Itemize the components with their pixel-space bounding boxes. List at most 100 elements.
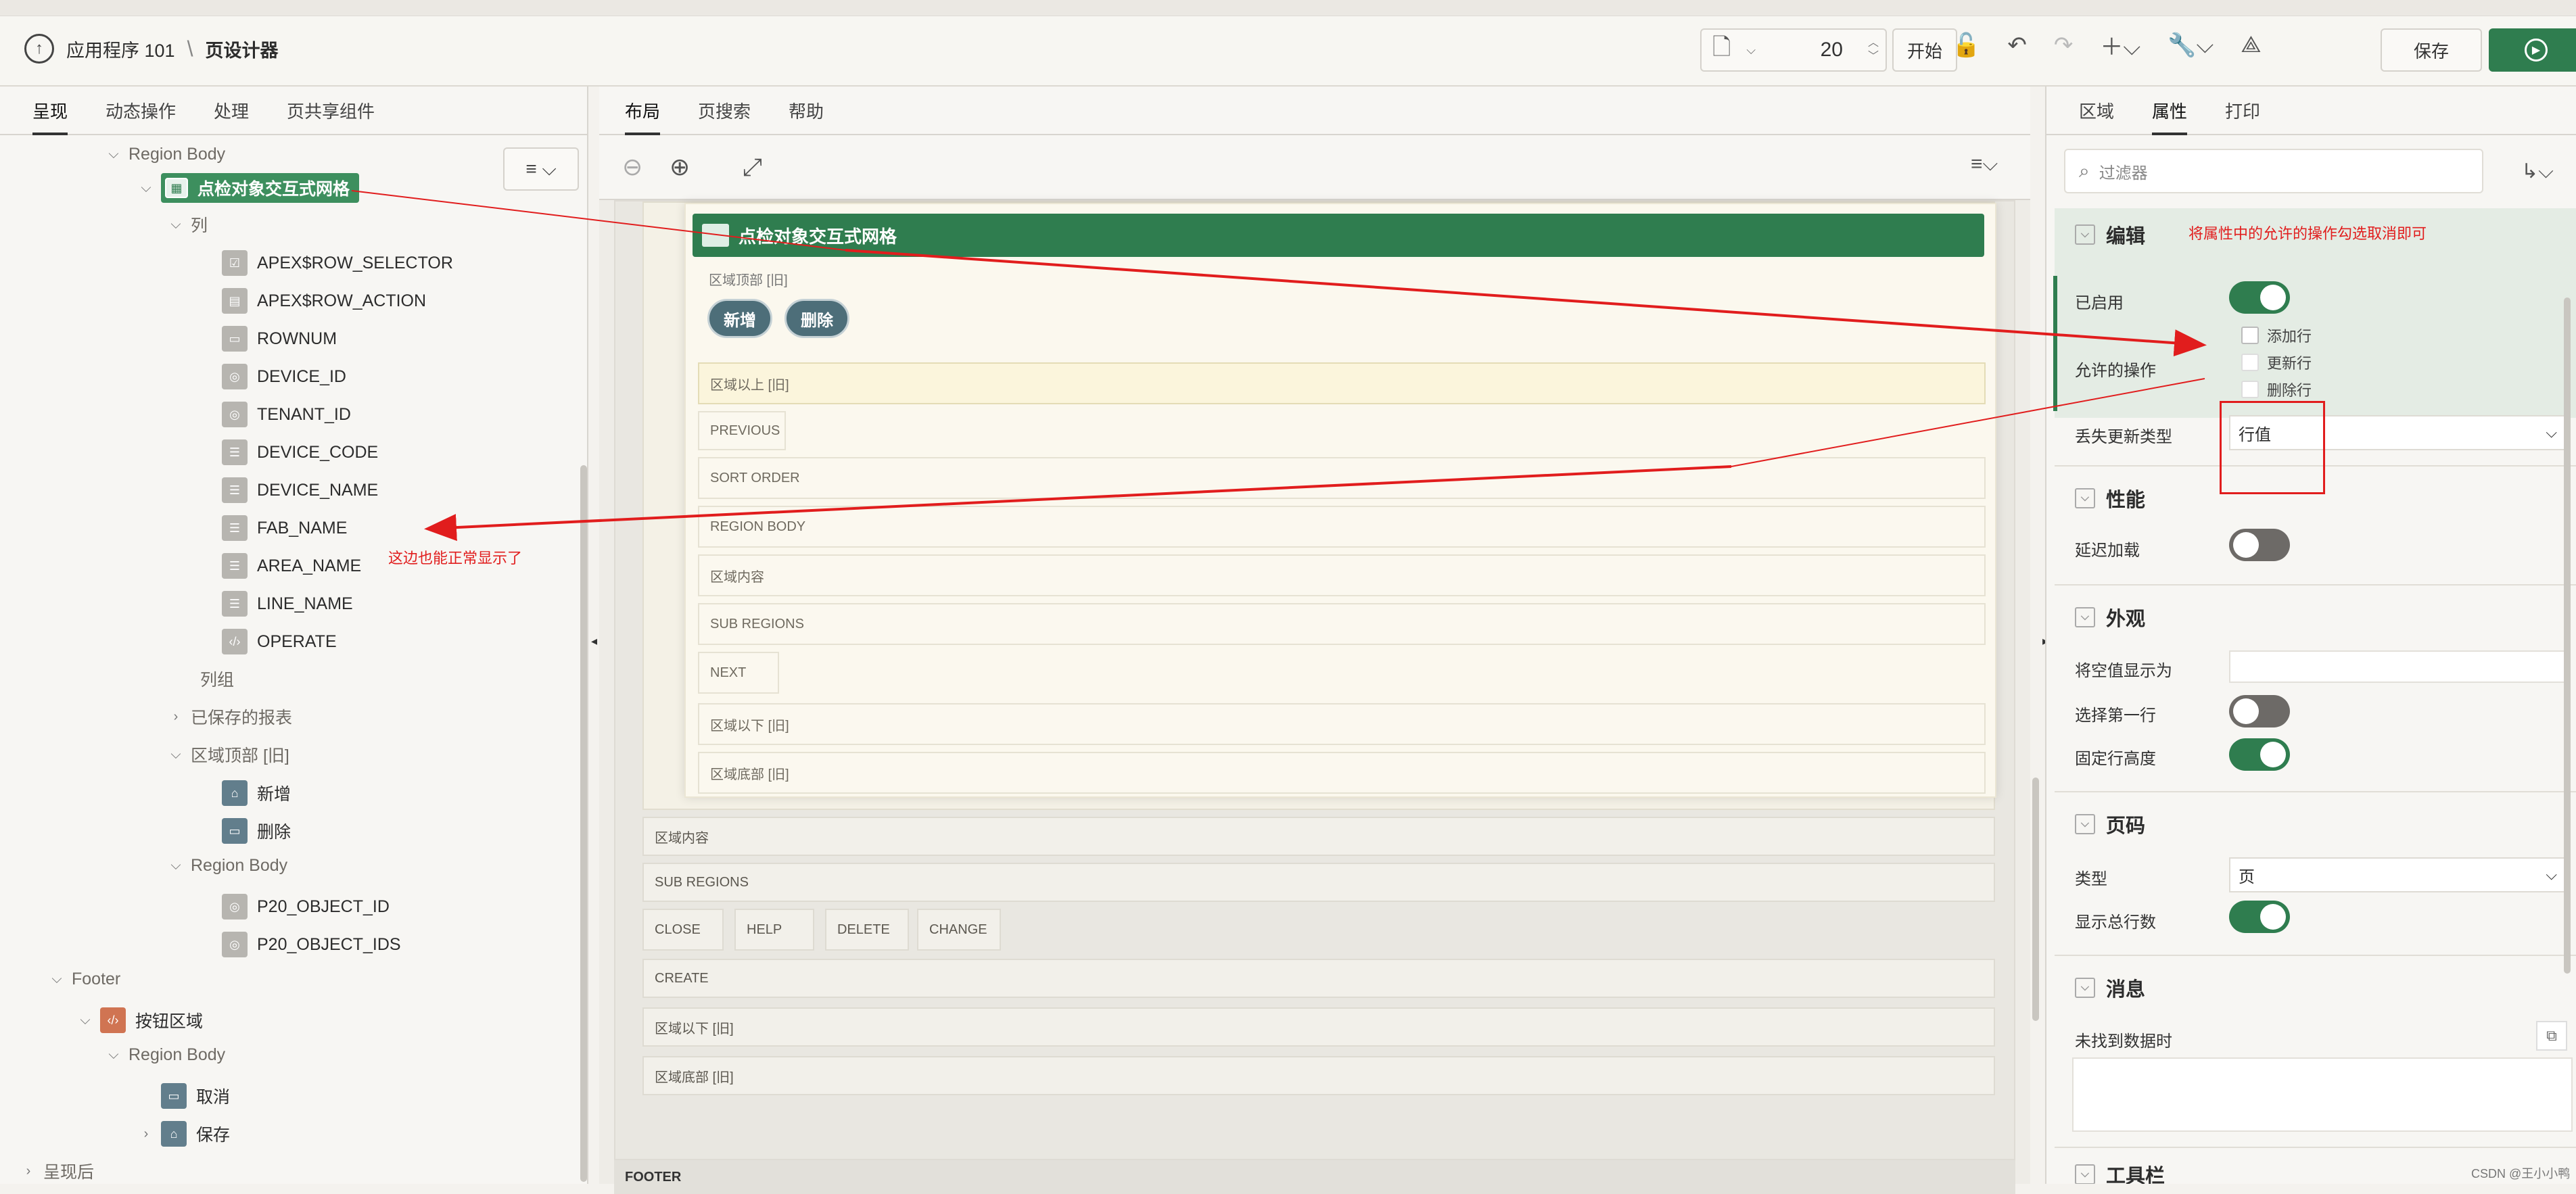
create-menu-icon[interactable]: ＋⌵ [2100,28,2140,62]
outer-slot-sub-regions[interactable]: SUB REGIONS [642,863,1995,902]
breadcrumb-app[interactable]: 应用程序 101 [66,36,175,62]
tree-item[interactable]: ◎ P20_OBJECT_IDS [222,932,401,957]
zoom-out-icon[interactable]: ⊖ [622,153,642,181]
tree-footer[interactable]: ⌵ Footer [49,970,120,989]
tree-column[interactable]: ☑ APEX$ROW_SELECTOR [222,250,453,276]
slot-next[interactable]: NEXT [698,652,779,694]
outer-slot-below[interactable]: 区域以下 [旧] [642,1007,1995,1047]
tree-post-render[interactable]: › 呈现后 [20,1159,94,1183]
page-number-input[interactable]: 20 [1771,39,1852,62]
tree-button-save[interactable]: › ⌂ 保存 [138,1121,230,1147]
layout-menu-icon[interactable]: ≡⌵ [1971,153,1998,176]
footer-slot[interactable]: FOOTER [614,1160,2015,1194]
grid-region-header[interactable]: 点检对象交互式网格 [693,214,1984,257]
tree-column[interactable]: ◎ DEVICE_ID [222,364,346,389]
section-pagination[interactable]: ⌵ 页码 [2075,810,2145,838]
tree-column[interactable]: ☰ DEVICE_CODE [222,439,378,465]
pagination-type-select[interactable]: 页 ⌵ [2229,857,2571,892]
section-performance[interactable]: ⌵ 性能 [2075,484,2145,512]
tree-column[interactable]: ☰ FAB_NAME [222,515,347,541]
lazy-loading-toggle[interactable] [2229,529,2290,561]
go-to-group-icon[interactable]: ↳⌵ [2510,149,2565,193]
tree-selected-region[interactable]: ⌵ ▦ 点检对象交互式网格 [138,173,360,203]
slot-region-content[interactable]: 区域内容 [698,554,1986,596]
tab-dynamic-actions[interactable]: 动态操作 [87,87,195,134]
tab-rendering[interactable]: 呈现 [14,87,87,135]
checkbox-delete-row[interactable]: 删除行 [2241,379,2312,400]
checkbox-update-row[interactable]: 更新行 [2241,352,2312,373]
save-button[interactable]: 保存 [2381,28,2482,72]
page-stepper-icon[interactable]: ︿ ﹀ [1868,37,1879,64]
right-scrollbar[interactable] [2564,297,2571,974]
outer-button-delete[interactable]: DELETE [825,909,909,951]
show-total-toggle[interactable] [2229,901,2290,933]
slot-below-region[interactable]: 区域以下 [旧] [698,703,1986,745]
fixed-row-height-toggle[interactable] [2229,738,2290,771]
checkbox-add-row[interactable]: 添加行 [2241,325,2312,346]
left-scrollbar[interactable] [580,465,587,1182]
outer-button-change[interactable]: CHANGE [917,909,1001,951]
tab-layout[interactable]: 布局 [606,87,679,135]
outer-slot-create[interactable]: CREATE [642,959,1995,998]
slot-above-region[interactable]: 区域以上 [旧] [698,362,1986,404]
outer-slot-bottom[interactable]: 区域底部 [旧] [642,1056,1995,1095]
filter-input[interactable]: ⌕ 过滤器 [2064,149,2483,193]
utilities-wrench-icon[interactable]: 🔧⌵ [2168,32,2214,59]
outer-button-close[interactable]: CLOSE [642,909,724,951]
run-button[interactable]: ▶ [2489,28,2576,72]
page-number-control[interactable]: 🗋 ⌵ 20 ︿ ﹀ [1700,28,1887,72]
section-messages[interactable]: ⌵ 消息 [2075,974,2145,1002]
tree-region-body-3[interactable]: ⌵ Region Body [106,1045,225,1065]
outer-button-help[interactable]: HELP [734,909,814,951]
tree-button-region[interactable]: ⌵ ‹/› 按钮区域 [77,1007,203,1033]
section-toolbar[interactable]: ⌵ 工具栏 [2075,1160,2165,1184]
select-first-row-toggle[interactable] [2229,695,2290,727]
tab-help[interactable]: 帮助 [770,87,843,134]
outer-slot-region-content[interactable]: 区域内容 [642,817,1995,856]
tab-page-search[interactable]: 页搜索 [679,87,770,134]
slot-previous[interactable]: PREVIOUS [698,411,786,450]
tree-button-delete[interactable]: ▭ 删除 [222,818,291,844]
open-editor-icon[interactable]: ⧉ [2536,1021,2567,1051]
tree-column[interactable]: ☰ LINE_NAME [222,591,353,617]
redo-icon[interactable]: ↷ [2054,32,2074,59]
tree-region-top-legacy[interactable]: ⌵ 区域顶部 [旧] [168,742,289,767]
tree-columns[interactable]: ⌵ 列 [168,212,208,237]
tab-region[interactable]: 区域 [2060,87,2133,134]
slot-sort-order[interactable]: SORT ORDER [698,457,1986,499]
tree-column[interactable]: ☰ DEVICE_NAME [222,477,378,503]
tab-attributes[interactable]: 属性 [2133,87,2206,135]
section-edit[interactable]: ⌵ 编辑 [2075,220,2145,249]
tree-column[interactable]: ☰ AREA_NAME [222,553,361,579]
tree-saved-reports[interactable]: › 已保存的报表 [168,705,292,729]
lock-page-icon[interactable]: 🔓 [1952,32,1980,59]
show-null-as-input[interactable] [2229,650,2571,683]
expand-icon[interactable]: ⤢ [743,153,762,182]
tree-button-add[interactable]: ⌂ 新增 [222,780,291,806]
tree-column[interactable]: ◎ TENANT_ID [222,402,351,427]
tree-region-body-2[interactable]: ⌵ Region Body [168,856,287,876]
slot-region-bottom[interactable]: 区域底部 [旧] [698,752,1986,794]
add-button[interactable]: 新增 [707,299,772,338]
zoom-in-icon[interactable]: ⊕ [670,153,690,181]
enabled-toggle[interactable] [2229,281,2290,314]
tab-processing[interactable]: 处理 [195,87,268,134]
tree-column-groups[interactable]: 列组 [200,667,234,691]
go-button[interactable]: 开始 [1892,28,1957,72]
delete-button[interactable]: 删除 [784,299,849,338]
tree-column[interactable]: ▭ ROWNUM [222,326,337,352]
up-arrow-icon[interactable]: ↑ [24,34,54,64]
slot-region-body[interactable]: REGION BODY [698,506,1986,548]
tree-column[interactable]: ▤ APEX$ROW_ACTION [222,288,426,314]
tree-region-body[interactable]: ⌵ Region Body [106,145,225,164]
section-appearance[interactable]: ⌵ 外观 [2075,603,2145,631]
shared-components-icon[interactable]: ⟁ [2241,32,2261,58]
tab-printing[interactable]: 打印 [2206,87,2279,134]
center-scrollbar[interactable] [2032,778,2039,1021]
collapse-left-handle-icon[interactable]: ◂ [591,634,597,648]
tree-menu-button[interactable]: ≡ ⌵ [503,147,579,191]
tree-column[interactable]: ‹/› OPERATE [222,629,337,654]
tab-shared-components[interactable]: 页共享组件 [268,87,394,134]
tree-item[interactable]: ◎ P20_OBJECT_ID [222,894,390,920]
grid-region-card[interactable]: 点检对象交互式网格 区域顶部 [旧] 新增 删除 区域以上 [旧] PREVIO… [684,203,1996,798]
